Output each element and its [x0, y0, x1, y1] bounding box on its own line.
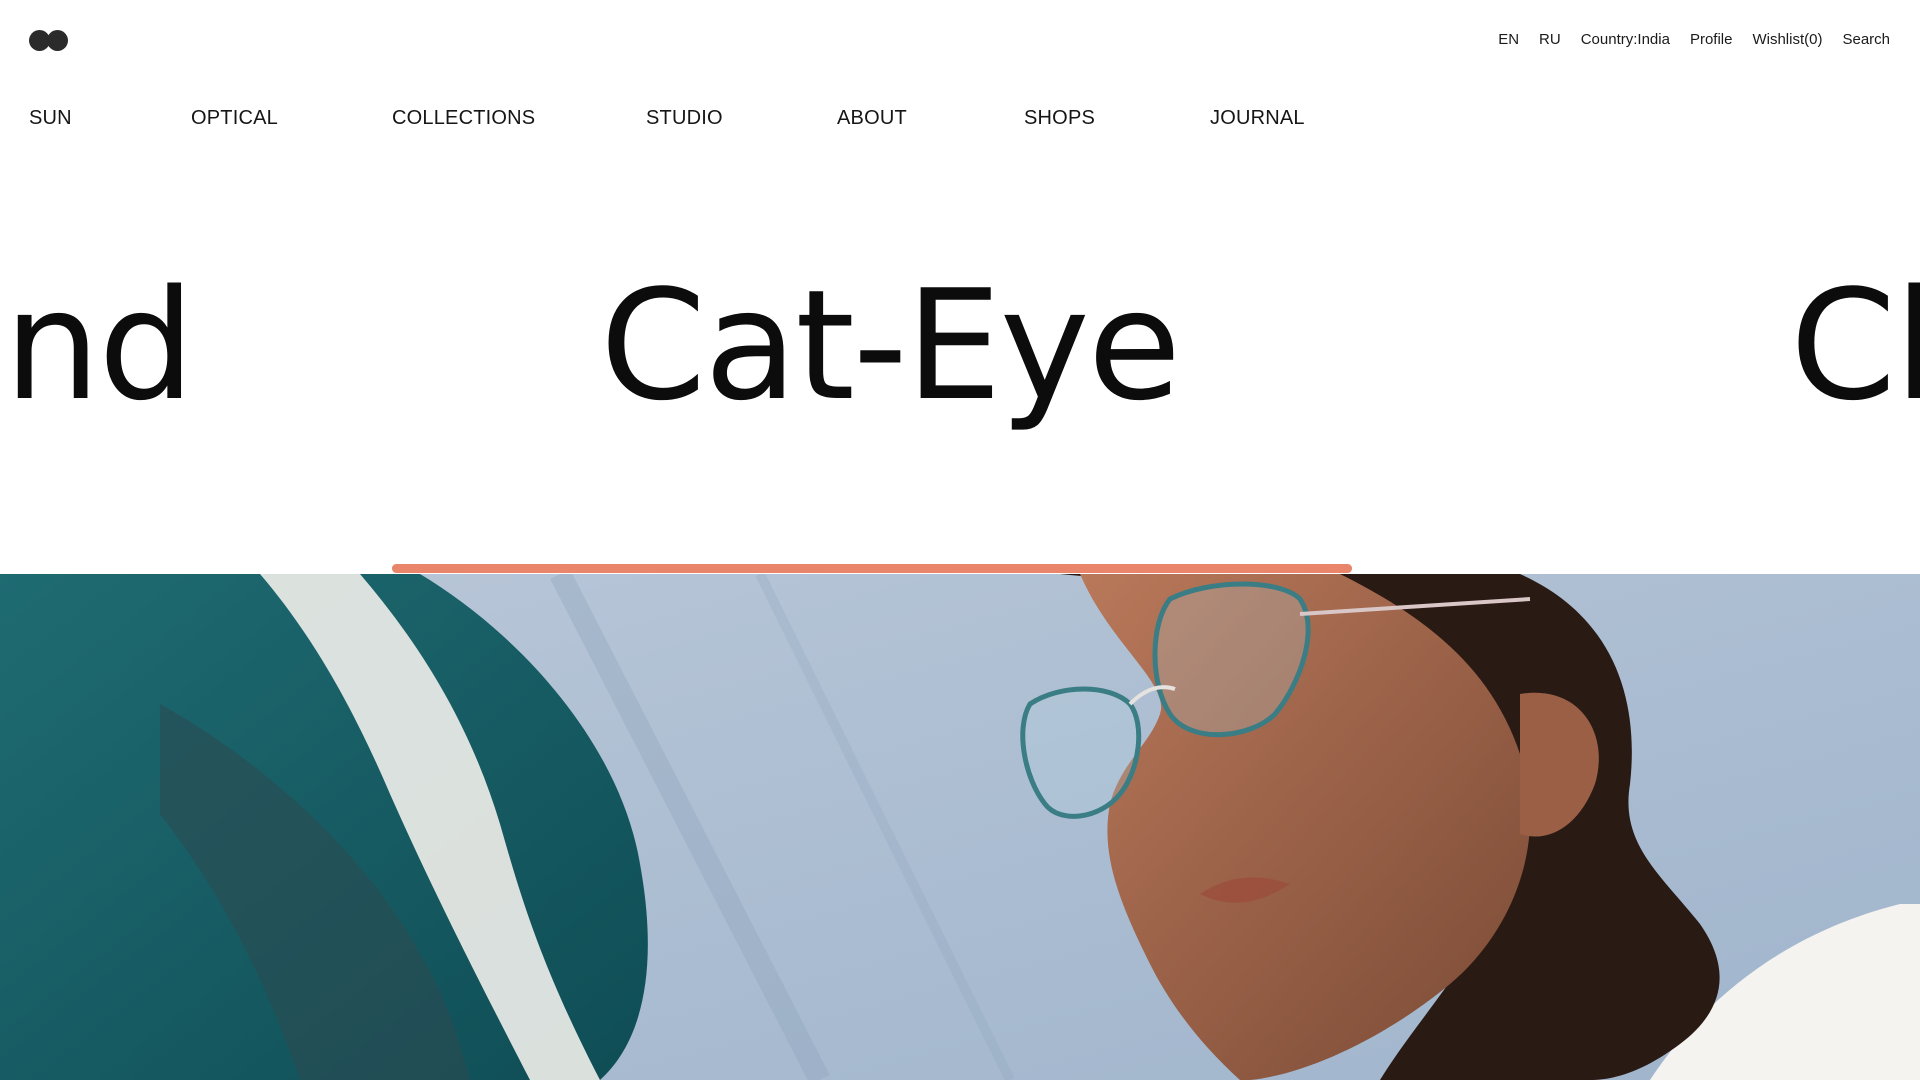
carousel-progress-fill — [392, 564, 1352, 573]
language-en-link[interactable]: EN — [1498, 31, 1519, 48]
nav-item-studio[interactable]: STUDIO — [646, 107, 723, 130]
carousel-word-next[interactable]: Cl — [1790, 270, 1920, 422]
page: EN RU Country:India Profile Wishlist(0) … — [0, 0, 1920, 1080]
country-selector[interactable]: Country:India — [1581, 31, 1670, 48]
language-ru-link[interactable]: RU — [1539, 31, 1561, 48]
nav-item-journal[interactable]: JOURNAL — [1210, 107, 1305, 130]
utility-nav: EN RU Country:India Profile Wishlist(0) … — [1498, 31, 1890, 48]
carousel-word-active[interactable]: Cat-Eye — [600, 270, 1181, 422]
hero-carousel[interactable]: nd Cat-Eye Cl — [0, 270, 1920, 450]
profile-link[interactable]: Profile — [1690, 31, 1733, 48]
logo-dot-icon — [47, 30, 68, 51]
hero-image[interactable] — [0, 574, 1920, 1080]
nav-item-about[interactable]: ABOUT — [837, 107, 907, 130]
search-link[interactable]: Search — [1842, 31, 1890, 48]
brand-logo[interactable] — [29, 28, 71, 52]
carousel-word-previous[interactable]: nd — [4, 270, 195, 422]
portrait-photo-icon — [0, 574, 1920, 1080]
carousel-progress-bar — [392, 564, 1352, 573]
wishlist-link[interactable]: Wishlist(0) — [1752, 31, 1822, 48]
nav-item-sun[interactable]: SUN — [29, 107, 72, 130]
nav-item-optical[interactable]: OPTICAL — [191, 107, 278, 130]
nav-item-shops[interactable]: SHOPS — [1024, 107, 1095, 130]
nav-item-collections[interactable]: COLLECTIONS — [392, 107, 535, 130]
